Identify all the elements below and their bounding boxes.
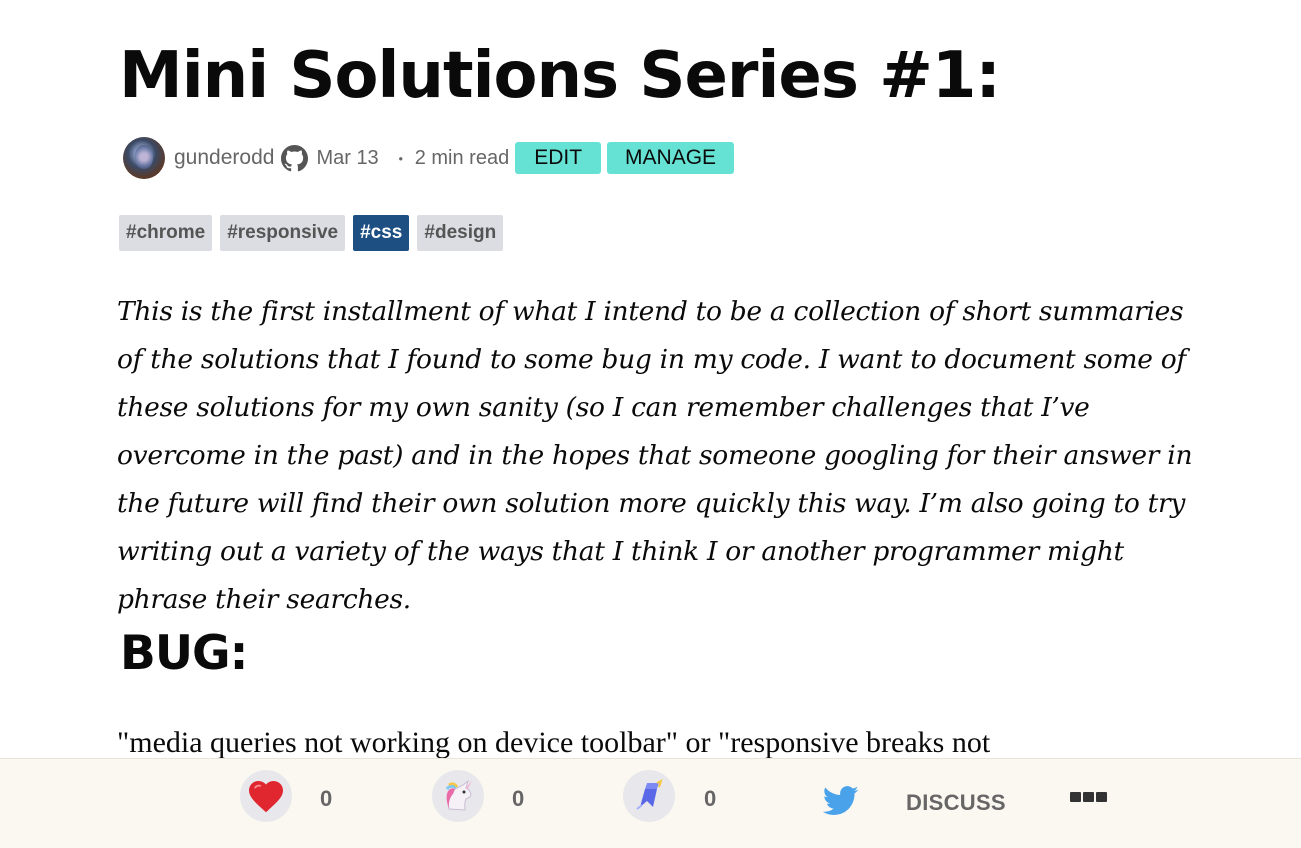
github-icon[interactable]	[281, 144, 309, 172]
heart-count: 0	[320, 786, 333, 811]
bookmark-reaction-button[interactable]	[623, 770, 675, 822]
bookmark-icon	[631, 779, 667, 813]
unicorn-icon	[439, 779, 477, 813]
author-username[interactable]: gunderodd	[174, 146, 274, 170]
section-heading: BUG:	[120, 626, 248, 681]
reaction-footer: 0 0 0 DISCUSS	[0, 758, 1301, 848]
read-time: 2 min read	[414, 146, 510, 169]
more-icon[interactable]	[1070, 792, 1109, 802]
unicorn-reaction-button[interactable]	[432, 770, 484, 822]
intro-paragraph: This is the first installment of what I …	[117, 296, 1193, 615]
manage-button[interactable]: MANAGE	[607, 142, 735, 174]
unicorn-count: 0	[512, 786, 525, 811]
heart-reaction-button[interactable]	[240, 770, 292, 822]
tag-css[interactable]: #css	[353, 215, 410, 251]
twitter-icon[interactable]	[822, 785, 859, 817]
heart-icon	[247, 779, 285, 813]
article-meta: gunderodd Mar 13 ・ 2 min read EDIT MANAG…	[123, 137, 735, 179]
tag-chrome[interactable]: #chrome	[119, 215, 213, 251]
meta-separator: ・	[392, 152, 409, 169]
publish-date: Mar 13	[316, 146, 379, 169]
discuss-button[interactable]: DISCUSS	[906, 790, 1006, 816]
avatar[interactable]	[123, 137, 165, 179]
bookmark-count: 0	[704, 786, 717, 811]
article-title: Mini Solutions Series #1:	[119, 39, 1001, 113]
tag-responsive[interactable]: #responsive	[220, 215, 346, 251]
tag-list: #chrome #responsive #css #design	[119, 215, 511, 251]
edit-button[interactable]: EDIT	[515, 142, 602, 174]
tag-design[interactable]: #design	[417, 215, 504, 251]
